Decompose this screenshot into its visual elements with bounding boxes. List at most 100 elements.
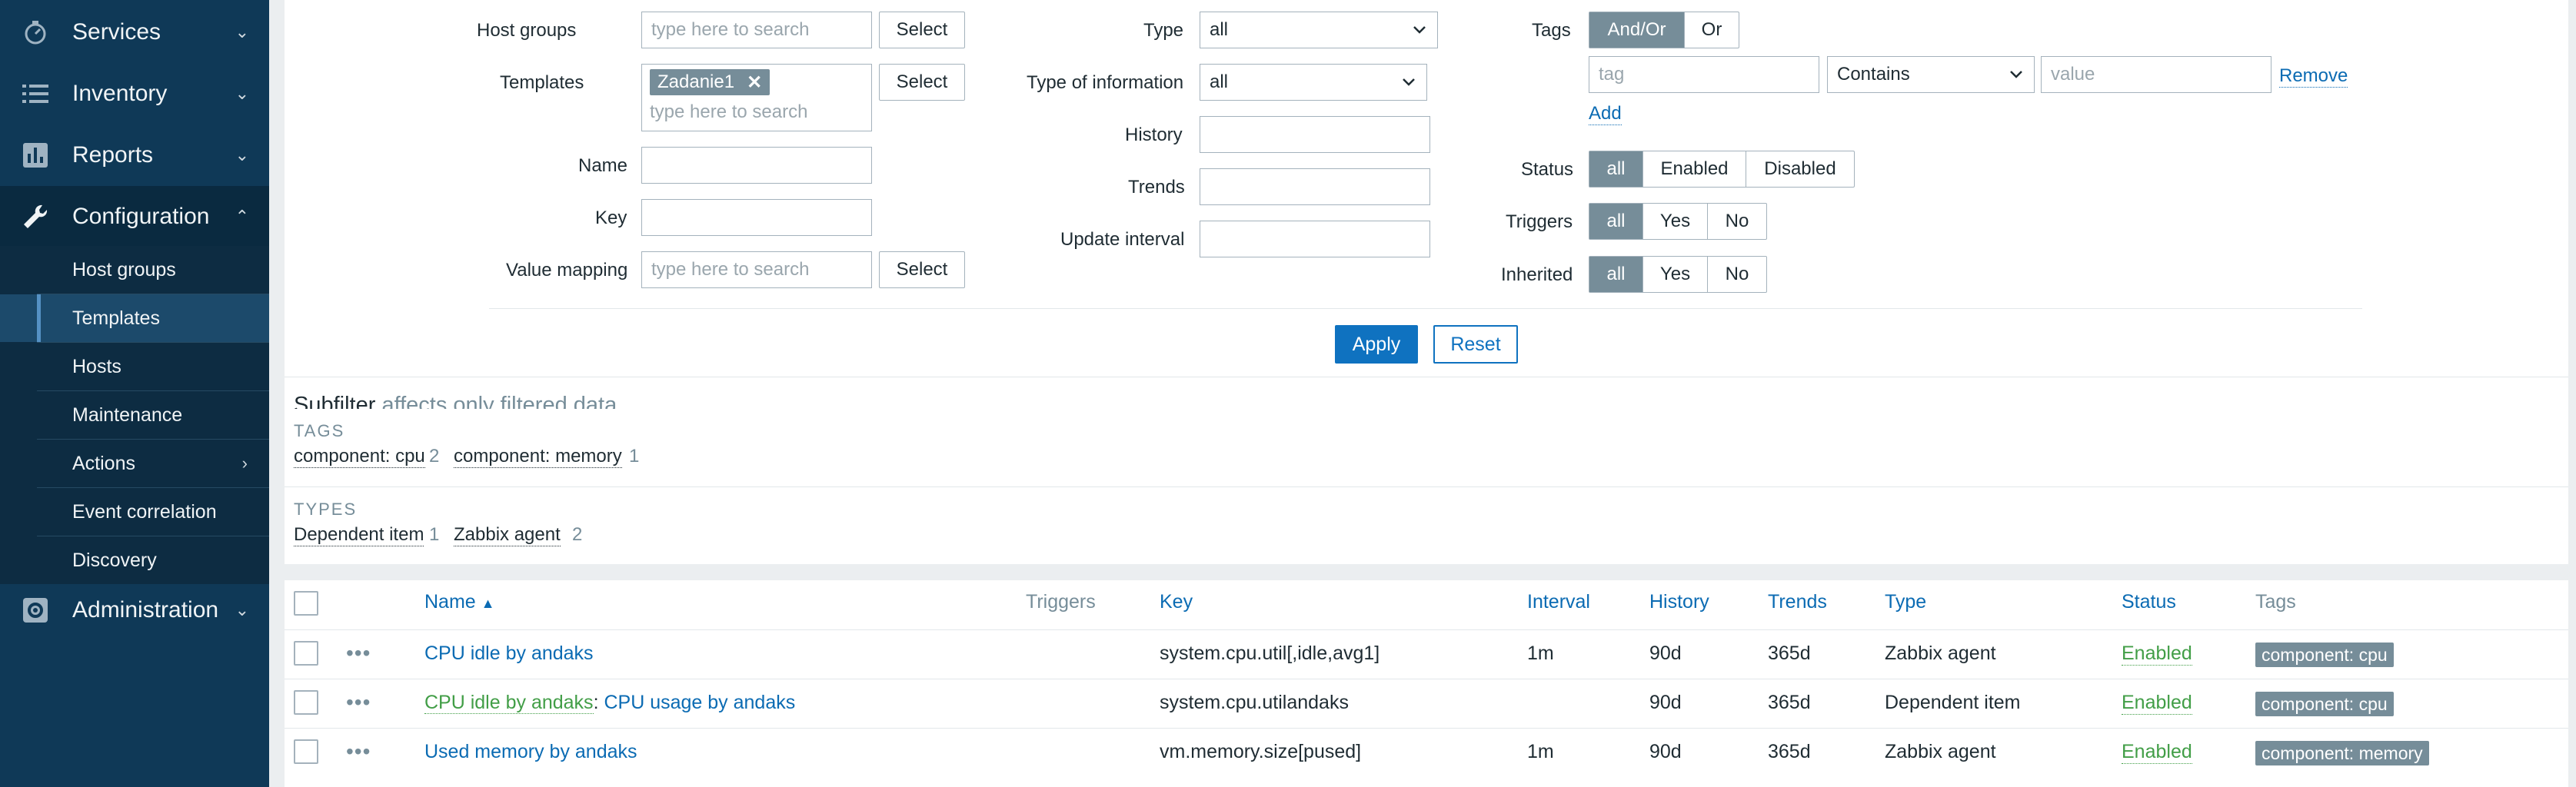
type-select[interactable]: all [1200, 12, 1438, 48]
tags-andor-option[interactable]: And/Or [1589, 12, 1685, 48]
inherited-yes-option[interactable]: Yes [1643, 257, 1708, 292]
column-type[interactable]: Type [1885, 591, 1926, 613]
submenu-item-host-groups[interactable]: Host groups [0, 246, 269, 294]
submenu-label: Host groups [72, 258, 176, 281]
value-mapping-input[interactable]: type here to search [641, 251, 872, 288]
column-interval[interactable]: Interval [1527, 591, 1590, 613]
row-checkbox[interactable] [294, 690, 318, 715]
status-all-option[interactable]: all [1589, 151, 1643, 187]
item-status-link[interactable]: Enabled [2122, 692, 2192, 715]
tag-name-input[interactable]: tag [1589, 56, 1819, 93]
name-input[interactable] [641, 147, 872, 184]
menu-item-inventory[interactable]: Inventory ⌄ [0, 63, 269, 125]
add-tag-link[interactable]: Add [1589, 103, 1622, 125]
item-tag: component: memory [2255, 741, 2429, 765]
item-interval: 1m [1527, 643, 1554, 664]
host-groups-input[interactable]: type here to search [641, 12, 872, 48]
status-enabled-option[interactable]: Enabled [1643, 151, 1746, 187]
submenu-item-event-correlation[interactable]: Event correlation [0, 488, 269, 536]
triggers-no-option[interactable]: No [1708, 204, 1766, 239]
menu-item-configuration[interactable]: Configuration ⌃ [0, 186, 269, 247]
name-label: Name [578, 155, 628, 176]
item-name-link[interactable]: Used memory by andaks [424, 741, 637, 763]
subfilter-types-section: TYPES Dependent item 1 Zabbix agent 2 [285, 487, 2568, 558]
item-type: Zabbix agent [1885, 741, 1996, 762]
host-groups-select-button[interactable]: Select [879, 12, 965, 48]
submenu-item-actions[interactable]: Actions › [0, 440, 269, 487]
history-input[interactable] [1200, 116, 1430, 153]
item-tag: component: cpu [2255, 643, 2394, 667]
reset-button[interactable]: Reset [1433, 325, 1518, 364]
triggers-yes-option[interactable]: Yes [1643, 204, 1708, 239]
item-name-link[interactable]: CPU usage by andaks [604, 692, 795, 713]
templates-placeholder: type here to search [650, 101, 808, 122]
menu-label: Configuration [72, 204, 210, 229]
more-options-icon[interactable]: ••• [346, 739, 371, 764]
subfilter-type-link[interactable]: Zabbix agent [454, 524, 561, 546]
inherited-all-option[interactable]: all [1589, 257, 1643, 292]
row-checkbox[interactable] [294, 641, 318, 666]
item-tag: component: cpu [2255, 692, 2394, 716]
chevron-down-icon: ⌄ [235, 84, 249, 103]
column-trends[interactable]: Trends [1768, 591, 1827, 613]
column-key[interactable]: Key [1160, 591, 1193, 613]
inherited-toggle: all Yes No [1589, 256, 1767, 293]
column-history[interactable]: History [1649, 591, 1709, 613]
template-chip-label: Zadanie1 [657, 71, 735, 92]
apply-button[interactable]: Apply [1335, 325, 1418, 364]
subfilter-tag-link[interactable]: component: memory [454, 446, 622, 468]
subfilter-type-link[interactable]: Dependent item [294, 524, 424, 546]
subfilter-tag-link[interactable]: component: cpu [294, 446, 425, 468]
submenu-item-templates[interactable]: Templates [0, 294, 269, 342]
row-checkbox[interactable] [294, 739, 318, 764]
item-trends: 365d [1768, 692, 1811, 713]
menu-item-administration[interactable]: Administration ⌄ [0, 579, 269, 641]
tags-or-option[interactable]: Or [1685, 12, 1739, 48]
type-of-information-select[interactable]: all [1200, 64, 1427, 101]
item-status-link[interactable]: Enabled [2122, 643, 2192, 666]
column-name[interactable]: Name ▲ [424, 591, 494, 613]
triggers-all-option[interactable]: all [1589, 204, 1643, 239]
close-icon[interactable]: ✕ [747, 71, 762, 94]
host-groups-label: Host groups [477, 20, 577, 41]
templates-select-button[interactable]: Select [879, 64, 965, 101]
bar-chart-icon [20, 141, 51, 169]
submenu-label: Templates [72, 307, 160, 329]
chevron-down-icon: ⌄ [235, 22, 249, 42]
remove-tag-link[interactable]: Remove [2279, 65, 2348, 88]
inherited-no-option[interactable]: No [1708, 257, 1766, 292]
select-all-checkbox[interactable] [294, 591, 318, 616]
update-interval-label: Update interval [1060, 229, 1185, 250]
status-label: Status [1521, 159, 1574, 180]
menu-label: Inventory [72, 81, 168, 106]
item-status-link[interactable]: Enabled [2122, 741, 2192, 764]
value-mapping-select-button[interactable]: Select [879, 251, 965, 288]
subfilter-type-count: 2 [572, 524, 583, 545]
submenu-label: Maintenance [72, 403, 183, 426]
column-status[interactable]: Status [2122, 591, 2176, 613]
template-chip[interactable]: Zadanie1 ✕ [650, 69, 770, 95]
menu-item-reports[interactable]: Reports ⌄ [0, 125, 269, 186]
tag-value-input[interactable]: value [2041, 56, 2271, 93]
more-options-icon[interactable]: ••• [346, 690, 371, 715]
table-row: ••• Used memory by andaks vm.memory.size… [285, 728, 2568, 777]
trends-label: Trends [1128, 177, 1185, 198]
more-options-icon[interactable]: ••• [346, 641, 371, 666]
status-disabled-option[interactable]: Disabled [1746, 151, 1854, 187]
master-item-link[interactable]: CPU idle by andaks [424, 692, 594, 714]
update-interval-input[interactable] [1200, 221, 1430, 257]
tag-operator-select[interactable]: Contains [1827, 56, 2035, 93]
submenu-item-hosts[interactable]: Hosts [0, 343, 269, 390]
submenu-item-maintenance[interactable]: Maintenance [0, 391, 269, 439]
value-mapping-label: Value mapping [506, 260, 628, 281]
menu-item-services[interactable]: Services ⌄ [0, 2, 269, 63]
submenu-label: Discovery [72, 549, 157, 571]
key-input[interactable] [641, 199, 872, 236]
templates-label: Templates [500, 72, 584, 93]
name-separator: : [593, 692, 604, 713]
templates-multiselect[interactable]: Zadanie1 ✕ type here to search [641, 64, 872, 131]
trends-input[interactable] [1200, 168, 1430, 205]
submenu-item-discovery[interactable]: Discovery [0, 536, 269, 584]
item-name-link[interactable]: CPU idle by andaks [424, 643, 594, 665]
submenu-label: Actions [72, 452, 135, 474]
